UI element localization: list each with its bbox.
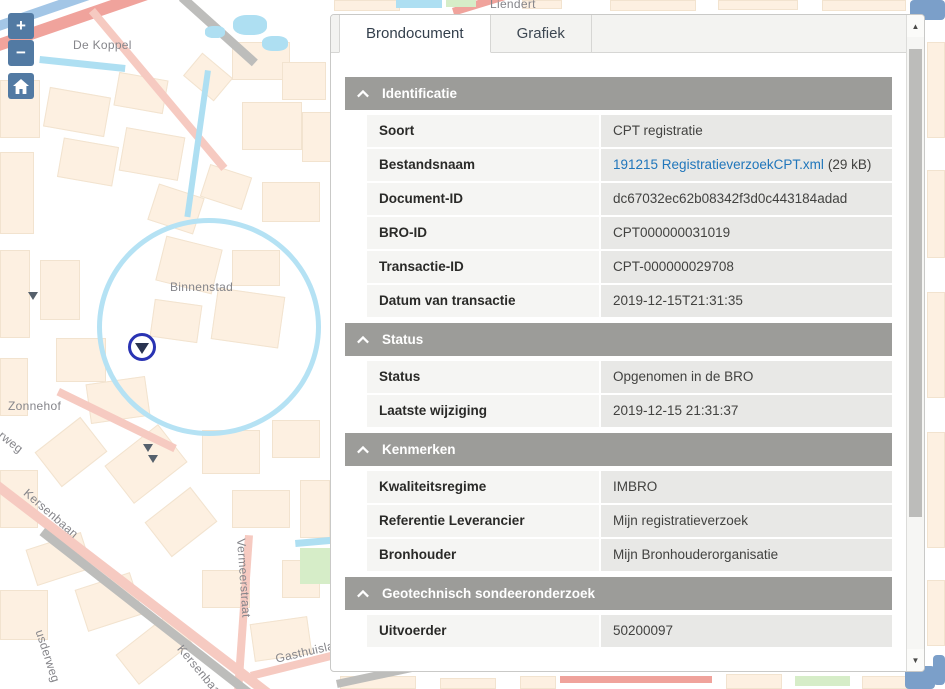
chevron-up-icon (357, 446, 369, 454)
scrollbar-thumb[interactable] (909, 49, 922, 517)
row-label: Laatste wijziging (367, 395, 599, 427)
chevron-up-icon (357, 336, 369, 344)
row-label: BRO-ID (367, 217, 599, 249)
row-label: Document-ID (367, 183, 599, 215)
detail-panel: Brondocument Grafiek Identificatie Soort… (330, 14, 925, 672)
table-row: Referentie Leverancier Mijn registratiev… (367, 505, 892, 537)
section-title: Geotechnisch sondeeronderzoek (382, 586, 595, 601)
marker-triangle-icon (135, 343, 149, 354)
scroll-up-button[interactable]: ▲ (907, 15, 924, 37)
row-value: CPT-000000029708 (601, 251, 892, 283)
table-row: Datum van transactie 2019-12-15T21:31:35 (367, 285, 892, 317)
table-row: Transactie-ID CPT-000000029708 (367, 251, 892, 283)
row-value: CPT000000031019 (601, 217, 892, 249)
table-row: Soort CPT registratie (367, 115, 892, 147)
viewer-window: De Koppel Liendert Binnenstad Zonnehof k… (0, 0, 945, 689)
panel-scrollbar[interactable]: ▲ ▼ (906, 15, 924, 671)
section-title: Identificatie (382, 86, 457, 101)
row-value: CPT registratie (601, 115, 892, 147)
row-value: Mijn registratieverzoek (601, 505, 892, 537)
tab-brondocument[interactable]: Brondocument (339, 15, 491, 53)
section-header-status[interactable]: Status (345, 323, 892, 356)
zoom-in-button[interactable]: + (8, 13, 34, 39)
row-label: Soort (367, 115, 599, 147)
row-value: IMBRO (601, 471, 892, 503)
map-place-label: Zonnehof (8, 399, 61, 413)
chevron-up-icon (357, 590, 369, 598)
row-label: Transactie-ID (367, 251, 599, 283)
row-label: Bronhouder (367, 539, 599, 571)
file-size-text: (29 kB) (828, 157, 872, 172)
home-icon (13, 79, 29, 94)
table-row: Bronhouder Mijn Bronhouderorganisatie (367, 539, 892, 571)
row-value: Mijn Bronhouderorganisatie (601, 539, 892, 571)
row-label: Datum van transactie (367, 285, 599, 317)
map-place-label: Liendert (490, 0, 536, 11)
row-value: 191215 RegistratieverzoekCPT.xml (29 kB) (601, 149, 892, 181)
row-label: Kwaliteitsregime (367, 471, 599, 503)
section-header-identificatie[interactable]: Identificatie (345, 77, 892, 110)
row-value: 2019-12-15T21:31:35 (601, 285, 892, 317)
row-value: 50200097 (601, 615, 892, 647)
tab-bar: Brondocument Grafiek (331, 15, 906, 53)
map-place-label: De Koppel (73, 38, 132, 52)
scroll-up-icon: ▲ (912, 22, 920, 31)
scroll-down-button[interactable]: ▼ (907, 649, 924, 671)
table-row: Laatste wijziging 2019-12-15 21:31:37 (367, 395, 892, 427)
table-row: Status Opgenomen in de BRO (367, 361, 892, 393)
row-value: Opgenomen in de BRO (601, 361, 892, 393)
section-title: Kenmerken (382, 442, 456, 457)
map-place-label: kerweg (0, 420, 26, 456)
table-row: Bestandsnaam 191215 RegistratieverzoekCP… (367, 149, 892, 181)
table-row: Kwaliteitsregime IMBRO (367, 471, 892, 503)
section-title: Status (382, 332, 423, 347)
row-label: Referentie Leverancier (367, 505, 599, 537)
row-label: Uitvoerder (367, 615, 599, 647)
section-header-geotechnisch-sondeeronderzoek[interactable]: Geotechnisch sondeeronderzoek (345, 577, 892, 610)
table-row: BRO-ID CPT000000031019 (367, 217, 892, 249)
tab-grafiek[interactable]: Grafiek (491, 15, 592, 52)
row-value: 2019-12-15 21:31:37 (601, 395, 892, 427)
brondocument-content: Identificatie Soort CPT registratie Best… (331, 53, 906, 671)
row-label: Status (367, 361, 599, 393)
table-row: Document-ID dc67032ec62b08342f3d0c443184… (367, 183, 892, 215)
home-button[interactable] (8, 73, 34, 99)
map-place-label: usderweg (33, 628, 63, 684)
section-header-kenmerken[interactable]: Kenmerken (345, 433, 892, 466)
row-value: dc67032ec62b08342f3d0c443184adad (601, 183, 892, 215)
map-marker[interactable] (128, 333, 156, 361)
zoom-out-button[interactable]: − (8, 40, 34, 66)
row-label: Bestandsnaam (367, 149, 599, 181)
table-row: Uitvoerder 50200097 (367, 615, 892, 647)
file-download-link[interactable]: 191215 RegistratieverzoekCPT.xml (613, 157, 824, 172)
chevron-up-icon (357, 90, 369, 98)
map-place-label: Binnenstad (170, 280, 233, 294)
scroll-down-icon: ▼ (912, 656, 920, 665)
